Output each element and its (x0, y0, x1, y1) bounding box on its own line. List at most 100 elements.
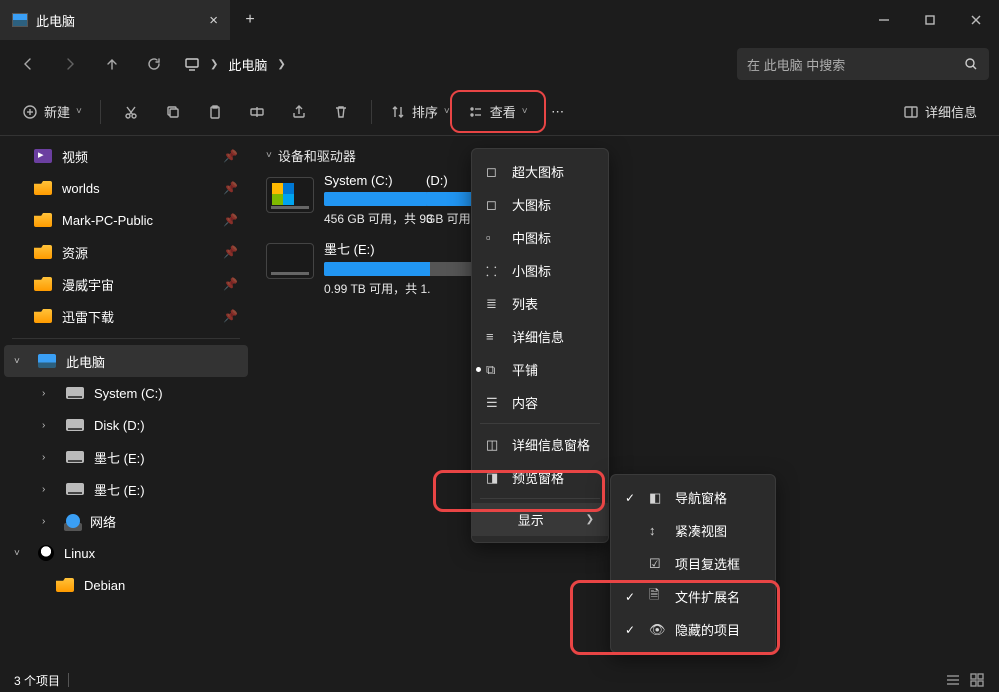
show-submenu: ✓ ◧ 导航窗格 ↕ 紧凑视图 ☑ 项目复选框 ✓ 🗎 文件扩展名 ✓ 👁 隐藏… (610, 474, 776, 653)
view-mode-icon: ≡ (486, 329, 502, 344)
pin-icon: 📌 (223, 309, 238, 323)
refresh-button[interactable] (136, 48, 172, 80)
check-icon: ✓ (625, 491, 639, 505)
view-button[interactable]: 查看 ˅ (460, 96, 536, 127)
sidebar-linux[interactable]: ˅ Linux (0, 537, 252, 569)
option-icon: ◧ (649, 490, 665, 506)
new-tab-button[interactable]: + (230, 11, 270, 29)
chevron-down-icon: ˅ (14, 548, 28, 559)
view-icon (468, 104, 484, 120)
folder-icon (34, 181, 52, 195)
chevron-right-icon: › (42, 516, 56, 527)
menu-item[interactable]: ↕ 紧凑视图 (611, 514, 775, 547)
menu-item[interactable]: ◫ 详细信息窗格 (472, 428, 608, 461)
search-placeholder: 在 此电脑 中搜索 (747, 55, 845, 74)
folder-icon (34, 309, 52, 323)
folder-icon (34, 245, 52, 259)
sidebar-drive-item[interactable]: › 墨七 (E:) (0, 473, 252, 505)
menu-item-show[interactable]: 显示 ❯ (472, 503, 608, 536)
drive-icon (266, 177, 314, 213)
menu-item[interactable]: ✓ 🗎 文件扩展名 (611, 580, 775, 613)
menu-item[interactable]: ☰ 内容 (472, 386, 608, 419)
tab[interactable]: 此电脑 × (0, 0, 230, 40)
menu-item[interactable]: ◻ 大图标 (472, 188, 608, 221)
breadcrumb[interactable]: ❯ 此电脑 ❯ (184, 55, 286, 74)
linux-icon (38, 545, 54, 561)
pane-icon: ◨ (486, 470, 502, 486)
close-window-button[interactable] (953, 0, 999, 40)
forward-button[interactable] (52, 48, 88, 80)
sidebar-network[interactable]: › 网络 (0, 505, 252, 537)
sidebar-quick-item[interactable]: 迅雷下载 📌 (0, 300, 252, 332)
sidebar-drive-item[interactable]: › Disk (D:) (0, 409, 252, 441)
menu-item[interactable]: ≡ 详细信息 (472, 320, 608, 353)
share-button[interactable] (279, 98, 319, 126)
copy-button[interactable] (153, 98, 193, 126)
sidebar-quick-item[interactable]: 视频 📌 (0, 140, 252, 172)
view-mode-icon: ◻ (486, 197, 502, 213)
sidebar-linux-child[interactable]: Debian (0, 569, 252, 601)
view-menu: ◻ 超大图标 ◻ 大图标 ▫ 中图标 ⸬ 小图标 ≣ 列表 ≡ 详细信息 ⧉ 平… (471, 148, 609, 543)
view-mode-icon: ◻ (486, 164, 502, 180)
menu-item[interactable]: ◨ 预览窗格 (472, 461, 608, 494)
menu-item[interactable]: ◻ 超大图标 (472, 155, 608, 188)
chevron-right-icon: › (42, 420, 56, 431)
cut-button[interactable] (111, 98, 151, 126)
sidebar-quick-item[interactable]: 资源 📌 (0, 236, 252, 268)
pc-icon (38, 354, 56, 368)
sidebar-drive-item[interactable]: › System (C:) (0, 377, 252, 409)
option-icon: ↕ (649, 523, 665, 538)
menu-item[interactable]: ≣ 列表 (472, 287, 608, 320)
minimize-button[interactable] (861, 0, 907, 40)
folder-icon (56, 578, 74, 592)
up-button[interactable] (94, 48, 130, 80)
details-view-icon[interactable] (945, 672, 961, 688)
menu-item[interactable]: ✓ 👁 隐藏的项目 (611, 613, 775, 646)
chevron-right-icon: › (42, 484, 56, 495)
paste-button[interactable] (195, 98, 235, 126)
sidebar-quick-item[interactable]: worlds 📌 (0, 172, 252, 204)
chevron-right-icon: ❯ (586, 514, 594, 525)
network-icon (66, 514, 80, 528)
sidebar: 视频 📌 worlds 📌 Mark-PC-Public 📌 资源 📌 漫威宇宙… (0, 136, 252, 668)
delete-button[interactable] (321, 98, 361, 126)
drive-icon (66, 483, 84, 495)
breadcrumb-location[interactable]: 此电脑 (228, 55, 267, 74)
rename-button[interactable] (237, 98, 277, 126)
drive-icon (66, 451, 84, 463)
back-button[interactable] (10, 48, 46, 80)
maximize-button[interactable] (907, 0, 953, 40)
close-tab-icon[interactable]: × (209, 12, 218, 29)
menu-item[interactable]: ⧉ 平铺 (472, 353, 608, 386)
new-button[interactable]: 新建 ˅ (14, 96, 90, 127)
option-icon: 🗎 (649, 586, 665, 608)
sidebar-quick-item[interactable]: Mark-PC-Public 📌 (0, 204, 252, 236)
sidebar-drive-item[interactable]: › 墨七 (E:) (0, 441, 252, 473)
more-button[interactable]: ⋯ (538, 98, 578, 126)
menu-item[interactable]: ☑ 项目复选框 (611, 547, 775, 580)
tab-title: 此电脑 (36, 11, 75, 30)
sort-button[interactable]: 排序 ˅ (382, 96, 458, 127)
details-pane-button[interactable]: 详细信息 (895, 96, 985, 127)
details-icon (903, 104, 919, 120)
menu-item[interactable]: ▫ 中图标 (472, 221, 608, 254)
sidebar-thispc[interactable]: ˅ 此电脑 (4, 345, 248, 377)
view-mode-icon: ⧉ (486, 362, 502, 378)
chevron-right-icon[interactable]: ❯ (277, 59, 285, 70)
menu-item[interactable]: ✓ ◧ 导航窗格 (611, 481, 775, 514)
group-header[interactable]: ˅设备和驱动器 (266, 146, 985, 165)
pc-icon (12, 13, 28, 27)
sidebar-quick-item[interactable]: 漫威宇宙 📌 (0, 268, 252, 300)
tiles-view-icon[interactable] (969, 672, 985, 688)
chevron-right-icon[interactable]: ❯ (210, 59, 218, 70)
menu-item[interactable]: ⸬ 小图标 (472, 254, 608, 287)
search-icon (963, 56, 979, 72)
pin-icon: 📌 (223, 245, 238, 259)
drive-icon (66, 387, 84, 399)
search-input[interactable]: 在 此电脑 中搜索 (737, 48, 989, 80)
pin-icon: 📌 (223, 181, 238, 195)
sort-icon (390, 104, 406, 120)
view-mode-icon: ⸬ (486, 262, 502, 280)
video-icon (34, 149, 52, 163)
plus-circle-icon (22, 104, 38, 120)
